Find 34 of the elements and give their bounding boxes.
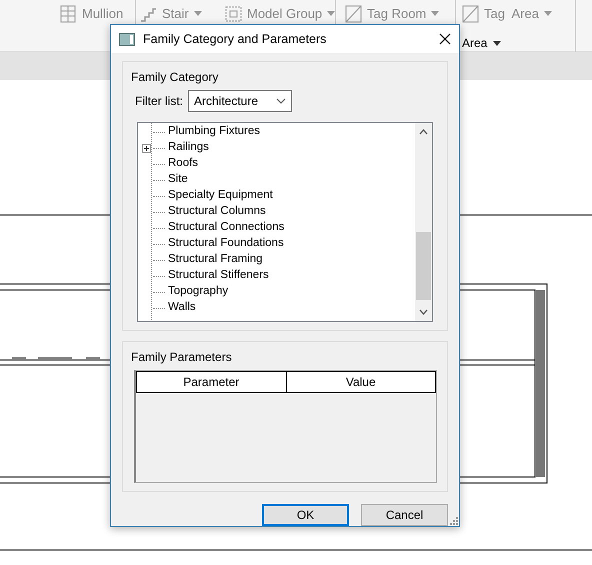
tree-item[interactable]: Railings bbox=[168, 139, 209, 157]
chevron-icon bbox=[276, 98, 286, 104]
dialog-button[interactable]: Cancel bbox=[361, 504, 448, 526]
tree-item[interactable]: Roofs bbox=[168, 155, 198, 173]
tag-icon bbox=[462, 4, 479, 23]
tree-item[interactable]: Structural Stiffeners bbox=[168, 267, 269, 285]
column-header: Value bbox=[286, 372, 435, 392]
panel-label[interactable]: Area bbox=[462, 34, 502, 52]
tree-item[interactable]: Site bbox=[168, 171, 188, 189]
tree-item[interactable]: Specialty Equipment bbox=[168, 187, 273, 205]
scrollbar[interactable] bbox=[415, 123, 432, 321]
scroll-thumb[interactable] bbox=[416, 232, 431, 300]
column-header: Parameter bbox=[136, 372, 286, 392]
app-icon bbox=[119, 32, 135, 46]
close-icon[interactable] bbox=[439, 33, 451, 45]
caret-icon bbox=[493, 40, 502, 46]
tree-item[interactable]: Structural Connections bbox=[168, 219, 284, 237]
tree-item[interactable]: Plumbing Fixtures bbox=[168, 123, 260, 141]
tree-item[interactable]: Structural Foundations bbox=[168, 235, 284, 253]
filter-dropdown[interactable]: Architecture bbox=[188, 90, 292, 112]
resize-grip-icon[interactable] bbox=[450, 517, 458, 525]
dialog-button[interactable]: OK bbox=[262, 504, 349, 526]
group-icon bbox=[225, 4, 242, 23]
expand-icon[interactable] bbox=[142, 144, 151, 152]
window-title: Family Category and Parameters bbox=[143, 30, 326, 48]
group-title: Family Category bbox=[131, 69, 220, 86]
grid-icon bbox=[60, 4, 77, 23]
tree-item[interactable]: Structural Columns bbox=[168, 203, 266, 221]
filter-label: Filter list: bbox=[135, 93, 183, 110]
tag-icon bbox=[345, 4, 362, 23]
tree-item[interactable]: Structural Framing bbox=[168, 251, 263, 269]
tree-item[interactable]: Walls bbox=[168, 299, 196, 317]
tree-item[interactable]: Topography bbox=[168, 283, 228, 301]
group-title: Family Parameters bbox=[131, 349, 233, 366]
